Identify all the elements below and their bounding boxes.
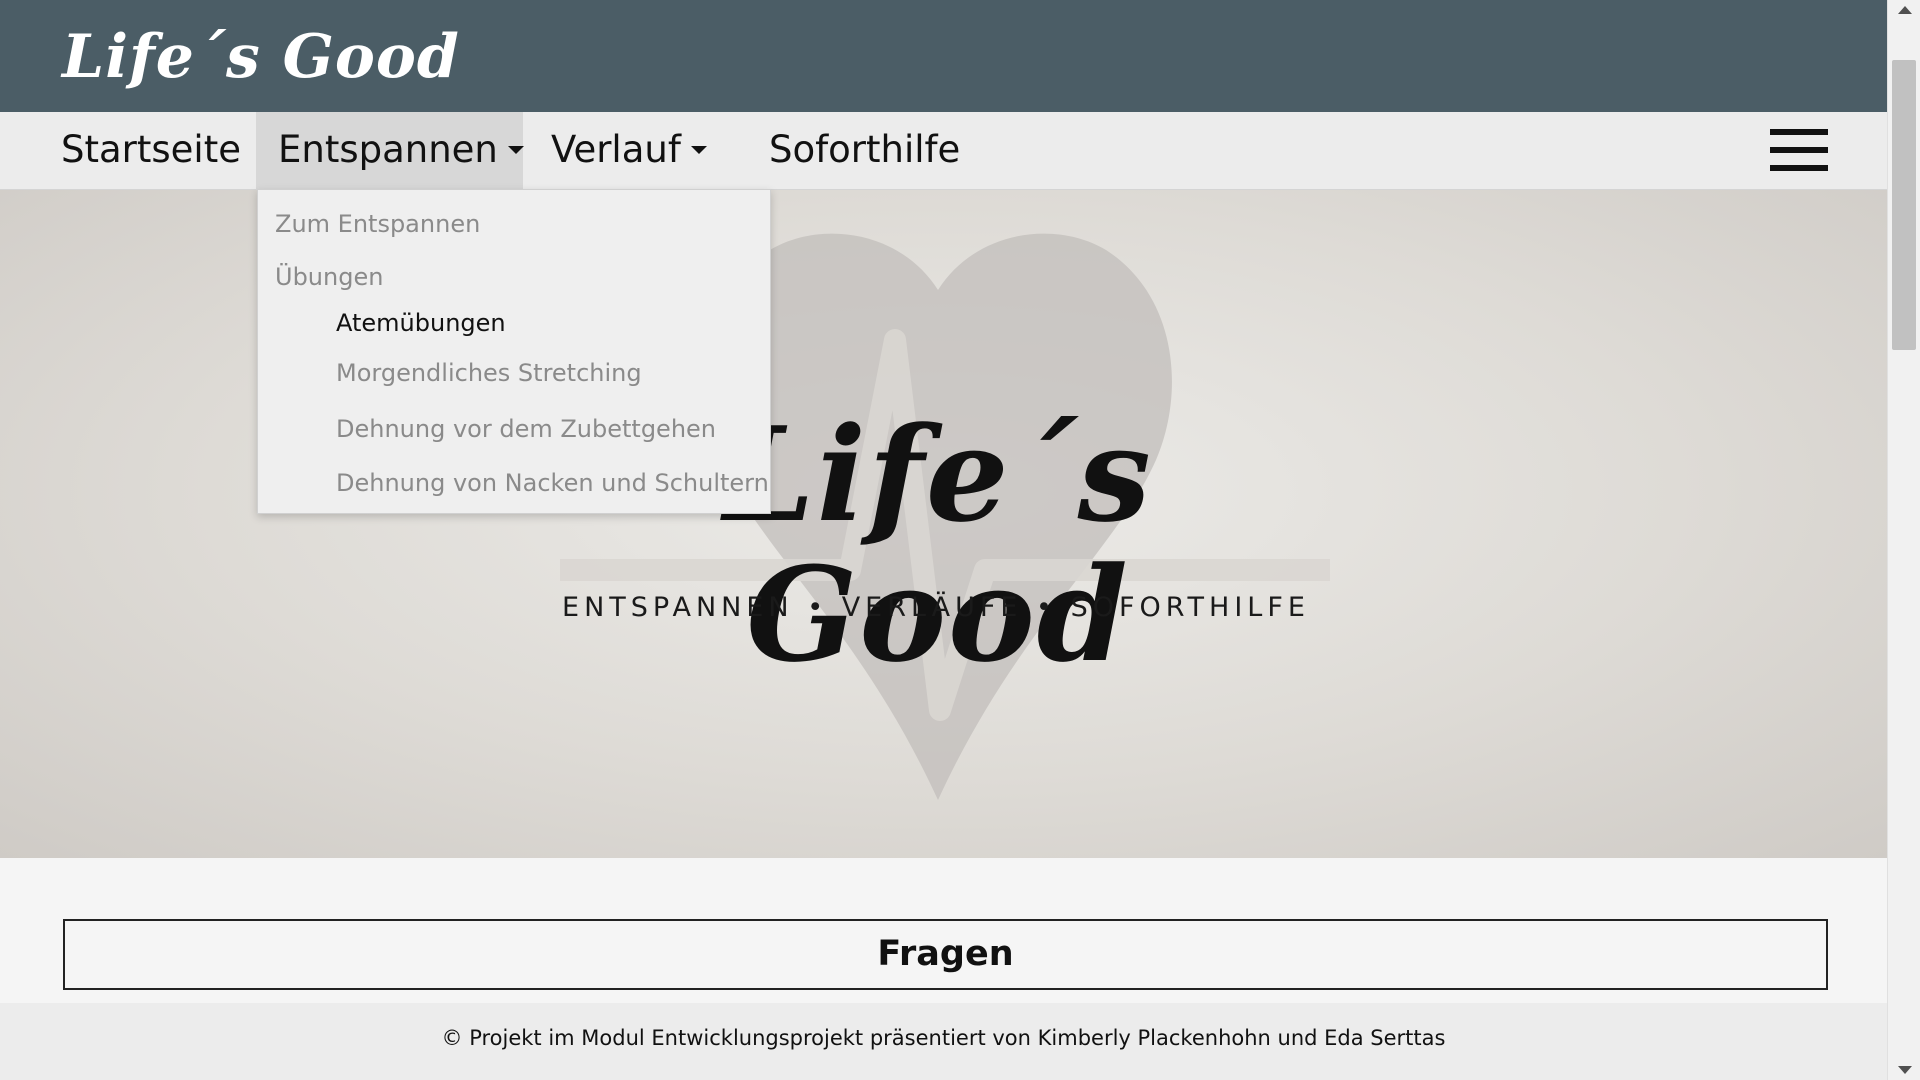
nav-item-soforthilfe[interactable]: Soforthilfe <box>747 112 982 190</box>
scroll-up-arrow-icon[interactable] <box>1898 6 1912 14</box>
page-footer: © Projekt im Modul Entwicklungsprojekt p… <box>0 1003 1887 1080</box>
site-logo[interactable]: Life´s Good <box>62 22 460 92</box>
entspannen-dropdown: Zum Entspannen Übungen Atemübungen Morge… <box>257 189 771 514</box>
nav-item-label: Soforthilfe <box>769 128 961 171</box>
dropdown-item-atemuebungen[interactable]: Atemübungen <box>336 309 506 337</box>
fragen-button[interactable]: Fragen <box>63 919 1828 990</box>
page-scrollbar[interactable] <box>1887 0 1920 1080</box>
dropdown-item-uebungen[interactable]: Übungen <box>275 263 383 291</box>
site-header: Life´s Good <box>0 0 1887 112</box>
nav-item-startseite[interactable]: Startseite <box>39 112 263 190</box>
hamburger-menu-icon[interactable] <box>1770 129 1828 171</box>
scroll-down-arrow-icon[interactable] <box>1898 1066 1912 1074</box>
hero-tagline: ENTSPANNEN • VERLÄUFE • SOFORTHILFE <box>562 592 1310 623</box>
nav-item-verlauf[interactable]: Verlauf <box>529 112 729 190</box>
scrollbar-thumb[interactable] <box>1892 60 1916 350</box>
dropdown-item-zum-entspannen[interactable]: Zum Entspannen <box>275 210 480 238</box>
dropdown-item-dehnung-zubettgehen[interactable]: Dehnung vor dem Zubettgehen <box>336 415 716 443</box>
viewport: Life´s Good Life´s Good ENTSPANNEN • VER… <box>0 0 1887 1080</box>
nav-item-label: Startseite <box>61 128 241 171</box>
main-content: Fragen <box>0 858 1887 1003</box>
nav-item-entspannen[interactable]: Entspannen <box>256 112 524 190</box>
caret-down-icon <box>690 145 707 154</box>
nav-item-label: Entspannen <box>278 128 498 171</box>
dropdown-item-morgendliches-stretching[interactable]: Morgendliches Stretching <box>336 359 642 387</box>
main-nav: Startseite Entspannen Verlauf Soforthilf… <box>0 112 1887 190</box>
nav-item-label: Verlauf <box>551 128 681 171</box>
caret-down-icon <box>507 145 524 154</box>
dropdown-item-dehnung-nacken[interactable]: Dehnung von Nacken und Schultern <box>336 469 769 497</box>
